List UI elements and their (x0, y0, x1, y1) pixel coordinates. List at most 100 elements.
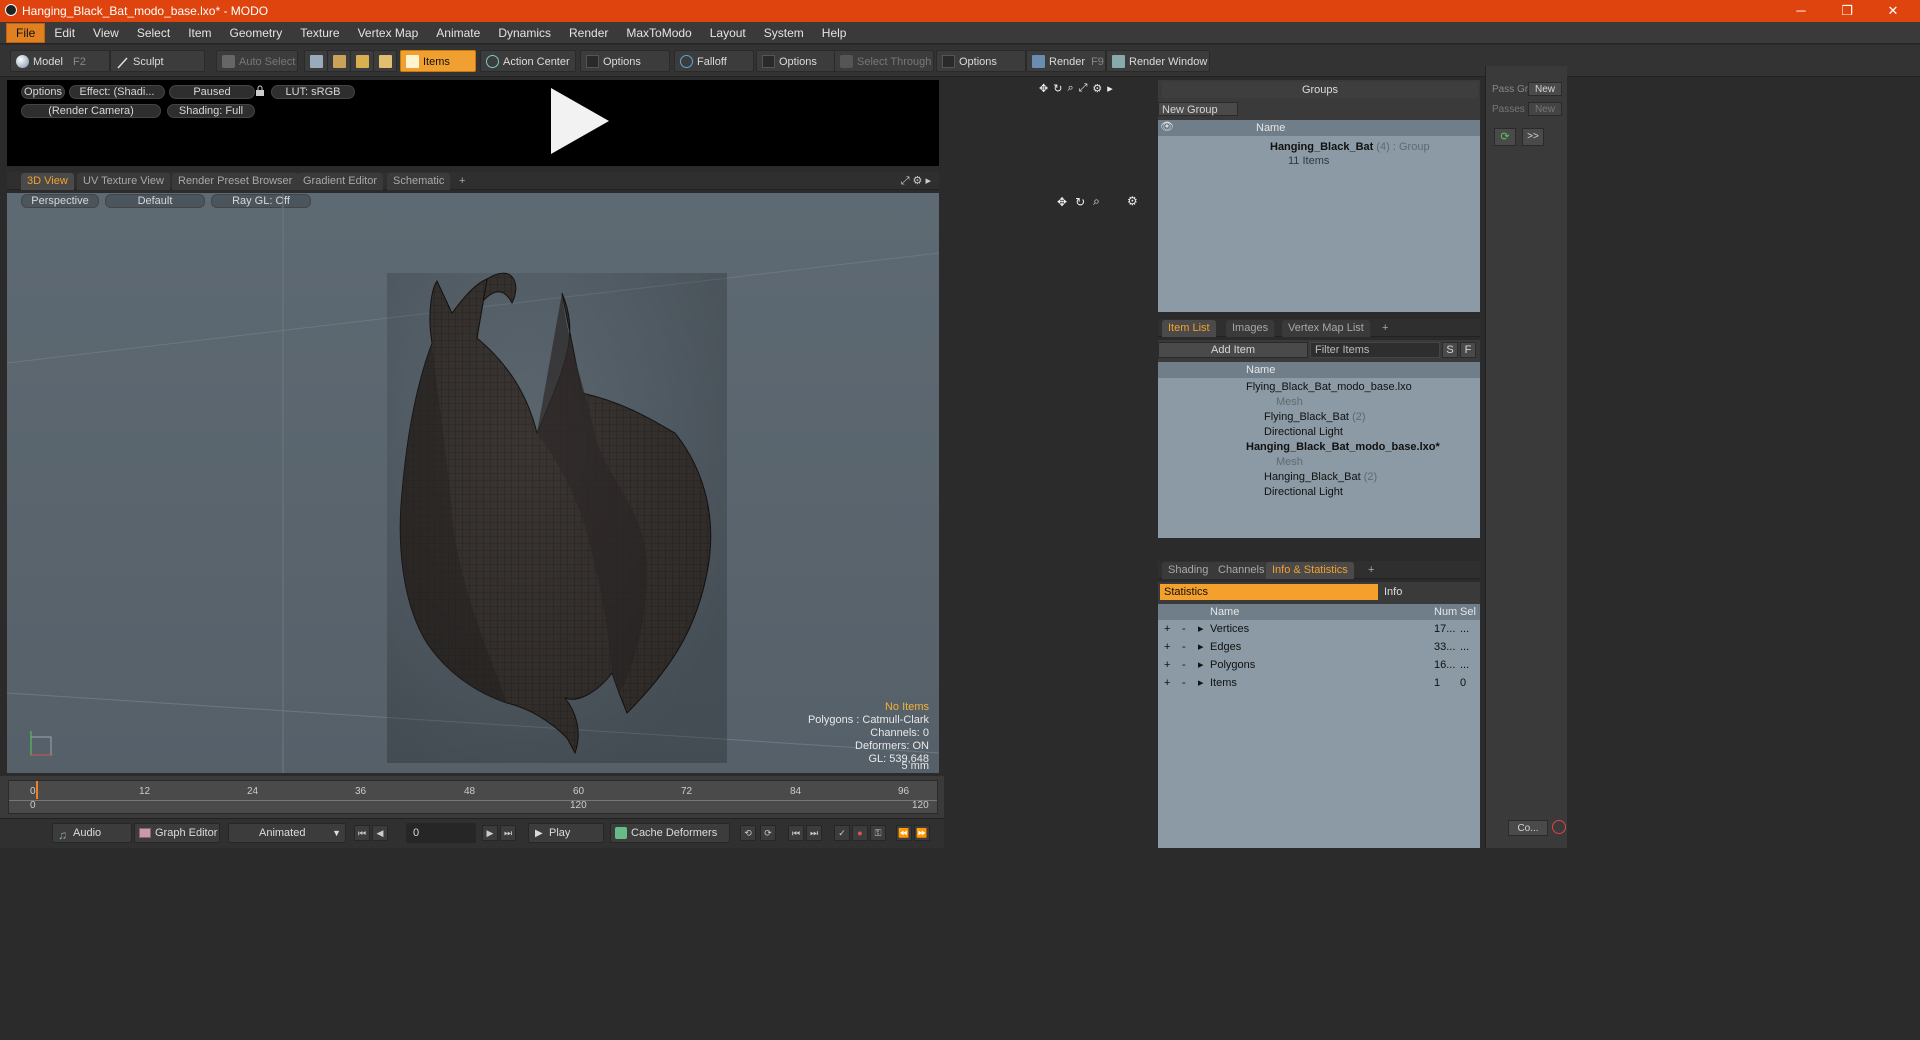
menu-edit[interactable]: Edit (45, 22, 84, 44)
tree-row-hanging-bat[interactable]: Hanging_Black_Bat (2) (1264, 470, 1377, 485)
add-stats-tab-button[interactable]: + (1362, 562, 1380, 579)
tab-item-list[interactable]: Item List (1162, 320, 1216, 337)
items-mode-button[interactable]: Items (400, 50, 476, 72)
render-button[interactable]: Render F9 (1026, 50, 1106, 72)
refresh-icon[interactable]: ⟳ (1494, 128, 1516, 146)
menu-file[interactable]: File (6, 23, 46, 43)
tree-row-flying-bat[interactable]: Flying_Black_Bat (2) (1264, 410, 1366, 425)
co-button[interactable]: Co... (1508, 820, 1548, 836)
current-frame-input[interactable]: 0 (406, 823, 476, 843)
render-window-button[interactable]: Render Window (1106, 50, 1210, 72)
close-button[interactable]: ✕ (1870, 0, 1916, 22)
add-item-tab-button[interactable]: + (1376, 320, 1394, 337)
pan-icon[interactable]: ✥ (1057, 195, 1067, 209)
tab-render-preset-browser[interactable]: Render Preset Browser (172, 173, 299, 190)
falloff-button[interactable]: Falloff (674, 50, 754, 72)
model-mode-button[interactable]: Model F2 (10, 50, 110, 72)
minus-icon[interactable]: - (1182, 658, 1186, 673)
group-row[interactable]: Hanging_Black_Bat (4) : Group (1270, 140, 1430, 155)
tab-vertex-map-list[interactable]: Vertex Map List (1282, 320, 1370, 337)
keyframe-tool-1[interactable]: ⟲ (740, 825, 756, 841)
arrow-right-icon[interactable]: ▸ (1107, 82, 1113, 95)
viewport-settings-icon[interactable]: ⚙ (1127, 194, 1138, 208)
gear-icon[interactable]: ⚙ (1092, 82, 1102, 95)
new-group-button[interactable]: New Group (1158, 102, 1238, 116)
minimize-button[interactable]: ─ (1778, 0, 1824, 22)
action-center-button[interactable]: Action Center (480, 50, 576, 72)
tab-shading[interactable]: Shading (1162, 562, 1215, 579)
expand-arrows-button[interactable]: >> (1522, 128, 1544, 146)
minus-icon[interactable]: - (1182, 676, 1186, 691)
tab-channels[interactable]: Channels (1212, 562, 1271, 579)
info-tab[interactable]: Info (1380, 584, 1480, 600)
panel-options-icons[interactable]: ⤢ ⚙ ▸ (901, 174, 931, 188)
tree-row-hanging-light[interactable]: Directional Light (1264, 485, 1343, 500)
tab-gradient-editor[interactable]: Gradient Editor (297, 173, 383, 190)
record-button[interactable]: ● (852, 825, 868, 841)
play-icon[interactable] (547, 86, 611, 156)
tree-row-hanging-file[interactable]: Hanging_Black_Bat_modo_base.lxo* (1246, 440, 1440, 455)
keyframe-tool-2[interactable]: ⟳ (760, 825, 776, 841)
key-next-button[interactable]: ⏩ (914, 825, 930, 841)
f-button[interactable]: F (1460, 342, 1476, 358)
tab-info-statistics[interactable]: Info & Statistics (1266, 562, 1354, 579)
lut-dropdown[interactable]: LUT: sRGB (271, 85, 355, 99)
tree-row-flying-light[interactable]: Directional Light (1264, 425, 1343, 440)
step-forward-button[interactable]: ▶ (482, 825, 498, 841)
minus-icon[interactable]: - (1182, 640, 1186, 655)
zoom-icon[interactable]: ⌕ (1067, 82, 1073, 95)
select-through-options-button[interactable]: Options (936, 50, 1026, 72)
new-pass-group-button[interactable]: New (1528, 82, 1562, 96)
auto-select-button[interactable]: Auto Select (216, 50, 298, 72)
minus-icon[interactable]: - (1182, 622, 1186, 637)
tab-schematic[interactable]: Schematic (387, 173, 451, 190)
menu-maxtomodo[interactable]: MaxToModo (617, 22, 700, 44)
vertices-mode-button[interactable] (304, 50, 328, 72)
audio-button[interactable]: ♫ Audio (52, 823, 132, 843)
next-key-button[interactable]: ⏭ (806, 825, 822, 841)
polygons-mode-button[interactable] (350, 50, 374, 72)
cache-deformers-button[interactable]: Cache Deformers (610, 823, 730, 843)
stat-row-edges[interactable]: + - ▸ Edges 33... ... (1158, 640, 1480, 655)
add-tab-button[interactable]: + (453, 173, 471, 190)
menu-texture[interactable]: Texture (291, 22, 348, 44)
plus-icon[interactable]: + (1164, 622, 1170, 637)
menu-vertex-map[interactable]: Vertex Map (349, 22, 428, 44)
menu-animate[interactable]: Animate (427, 22, 489, 44)
play-button[interactable]: ▶ Play (528, 823, 604, 843)
tab-images[interactable]: Images (1226, 320, 1275, 337)
animated-dropdown[interactable]: Animated ▼ (228, 823, 346, 843)
rotate-icon[interactable]: ↻ (1053, 82, 1062, 95)
sculpt-mode-button[interactable]: Sculpt (110, 50, 205, 72)
go-to-end-button[interactable]: ⏭ (500, 825, 516, 841)
s-button[interactable]: S (1442, 342, 1458, 358)
menu-item[interactable]: Item (179, 22, 220, 44)
edges-mode-button[interactable] (327, 50, 351, 72)
tree-row-hanging-mesh[interactable]: Mesh (1276, 455, 1303, 470)
effect-dropdown[interactable]: Effect: (Shadi... (69, 85, 165, 99)
stat-row-polygons[interactable]: + - ▸ Polygons 16... ... (1158, 658, 1480, 673)
prev-key-button[interactable]: ⏮ (788, 825, 804, 841)
materials-mode-button[interactable] (373, 50, 397, 72)
tab-3d-view[interactable]: 3D View (21, 173, 74, 190)
expand-arrow-icon[interactable]: ▸ (1198, 622, 1204, 637)
menu-view[interactable]: View (84, 22, 128, 44)
step-back-button[interactable]: ◀ (372, 825, 388, 841)
menu-help[interactable]: Help (813, 22, 856, 44)
falloff-options-button[interactable]: Options (756, 50, 836, 72)
orbit-icon[interactable]: ↻ (1075, 195, 1085, 209)
paused-toggle[interactable]: Paused (169, 85, 255, 99)
groups-eye-icon[interactable]: 👁 (1160, 120, 1174, 133)
expand-arrow-icon[interactable]: ▸ (1198, 658, 1204, 673)
menu-render[interactable]: Render (560, 22, 617, 44)
add-item-button[interactable]: Add Item (1158, 342, 1308, 358)
action-center-options-button[interactable]: Options (580, 50, 670, 72)
lock-icon[interactable] (254, 85, 266, 97)
expand-arrow-icon[interactable]: ▸ (1198, 640, 1204, 655)
menu-layout[interactable]: Layout (701, 22, 755, 44)
plus-icon[interactable]: + (1164, 640, 1170, 655)
plus-icon[interactable]: + (1164, 676, 1170, 691)
tab-uv-texture-view[interactable]: UV Texture View (77, 173, 170, 190)
filter-items-input[interactable]: Filter Items (1310, 342, 1440, 358)
restore-button[interactable]: ❐ (1824, 0, 1870, 22)
